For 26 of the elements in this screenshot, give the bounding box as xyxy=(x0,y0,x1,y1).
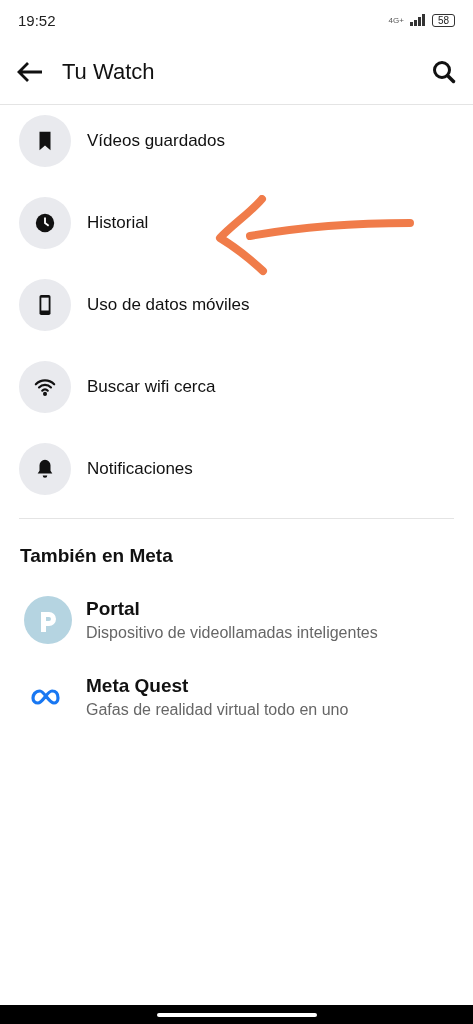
app-name[interactable]: Meta Quest xyxy=(86,674,349,697)
menu-item-label[interactable]: Historial xyxy=(87,213,149,233)
clock-icon xyxy=(34,212,56,234)
icon-circle[interactable] xyxy=(19,115,71,167)
icon-circle[interactable] xyxy=(19,361,71,413)
home-indicator[interactable] xyxy=(156,1012,317,1017)
wifi-icon xyxy=(34,376,56,398)
icon-circle[interactable] xyxy=(19,279,71,331)
app-description: Gafas de realidad virtual todo en uno xyxy=(86,700,349,719)
section-title: También en Meta xyxy=(19,544,174,568)
signal-icon xyxy=(409,14,426,26)
back-arrow-icon[interactable] xyxy=(16,60,44,84)
page-title: Tu Watch xyxy=(62,59,156,85)
icon-circle[interactable] xyxy=(19,197,71,249)
app-name[interactable]: Portal xyxy=(86,597,378,620)
network-type: 4G+ xyxy=(388,15,404,25)
icon-circle[interactable] xyxy=(19,443,71,495)
battery-level: 58 xyxy=(431,13,455,27)
app-description: Dispositivo de videollamadas inteligentes xyxy=(86,623,378,642)
menu-item-label[interactable]: Buscar wifi cerca xyxy=(87,377,216,397)
status-time: 19:52 xyxy=(18,11,56,29)
search-icon[interactable] xyxy=(431,59,457,85)
menu-item-label[interactable]: Notificaciones xyxy=(87,459,193,479)
menu-item-label[interactable]: Vídeos guardados xyxy=(87,131,225,151)
portal-logo-icon xyxy=(24,595,72,644)
menu-item-label[interactable]: Uso de datos móviles xyxy=(87,295,250,315)
